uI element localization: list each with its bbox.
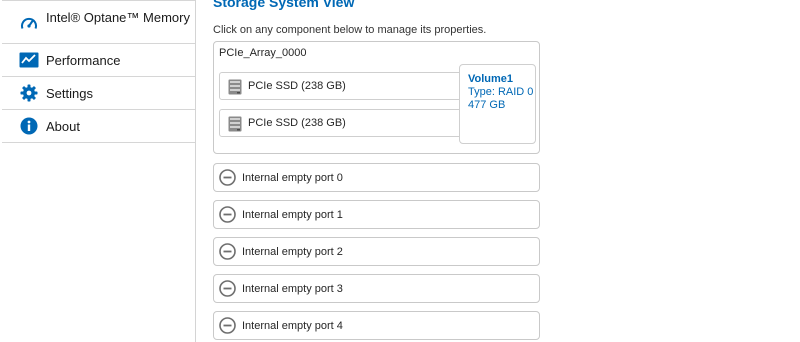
sidebar-item-settings[interactable]: Settings xyxy=(2,77,195,110)
port-label: Internal empty port 1 xyxy=(242,209,343,221)
gear-icon xyxy=(18,82,40,104)
disk-row[interactable]: PCIe SSD (238 GB) xyxy=(219,109,479,137)
volume-card[interactable]: Volume1 Type: RAID 0 477 GB xyxy=(459,64,536,144)
array-panel[interactable]: PCIe_Array_0000 PCIe SSD (238 GB) PCIe S… xyxy=(213,41,540,154)
app-window: Intel® Optane™ Memory Performance Settin… xyxy=(0,0,800,342)
sidebar-item-label: Settings xyxy=(46,86,93,101)
sidebar-item-about[interactable]: About xyxy=(2,110,195,143)
sidebar: Intel® Optane™ Memory Performance Settin… xyxy=(0,0,196,342)
empty-port-icon xyxy=(219,206,236,223)
ssd-icon xyxy=(228,116,242,132)
empty-port-icon xyxy=(219,243,236,260)
port-label: Internal empty port 4 xyxy=(242,320,343,332)
empty-port-icon xyxy=(219,317,236,334)
empty-port-row[interactable]: Internal empty port 0 xyxy=(213,163,540,192)
port-label: Internal empty port 0 xyxy=(242,172,343,184)
sidebar-item-optane-memory[interactable]: Intel® Optane™ Memory xyxy=(2,4,195,44)
sidebar-item-label: About xyxy=(46,119,80,134)
volume-size: 477 GB xyxy=(468,99,506,111)
sidebar-divider xyxy=(2,0,195,1)
port-label: Internal empty port 3 xyxy=(242,283,343,295)
sidebar-item-performance[interactable]: Performance xyxy=(2,44,195,77)
port-label: Internal empty port 2 xyxy=(242,246,343,258)
info-icon xyxy=(18,115,40,137)
empty-port-icon xyxy=(219,169,236,186)
empty-port-row[interactable]: Internal empty port 1 xyxy=(213,200,540,229)
ssd-icon xyxy=(228,79,242,95)
disk-row[interactable]: PCIe SSD (238 GB) xyxy=(219,72,479,100)
gauge-icon xyxy=(18,13,40,35)
sidebar-item-label: Performance xyxy=(46,53,121,68)
sidebar-item-label: Intel® Optane™ Memory xyxy=(46,10,190,25)
volume-type: Type: RAID 0 xyxy=(468,86,534,98)
instruction-text: Click on any component below to manage i… xyxy=(213,24,487,36)
volume-name: Volume1 xyxy=(468,73,514,85)
empty-port-row[interactable]: Internal empty port 3 xyxy=(213,274,540,303)
empty-port-icon xyxy=(219,280,236,297)
page-title: Storage System View xyxy=(213,0,355,10)
disk-label: PCIe SSD (238 GB) xyxy=(248,117,346,129)
performance-chart-icon xyxy=(18,49,40,71)
empty-port-row[interactable]: Internal empty port 2 xyxy=(213,237,540,266)
array-name: PCIe_Array_0000 xyxy=(219,47,307,59)
main-content: Storage System View Click on any compone… xyxy=(197,0,800,342)
empty-port-row[interactable]: Internal empty port 4 xyxy=(213,311,540,340)
disk-label: PCIe SSD (238 GB) xyxy=(248,80,346,92)
